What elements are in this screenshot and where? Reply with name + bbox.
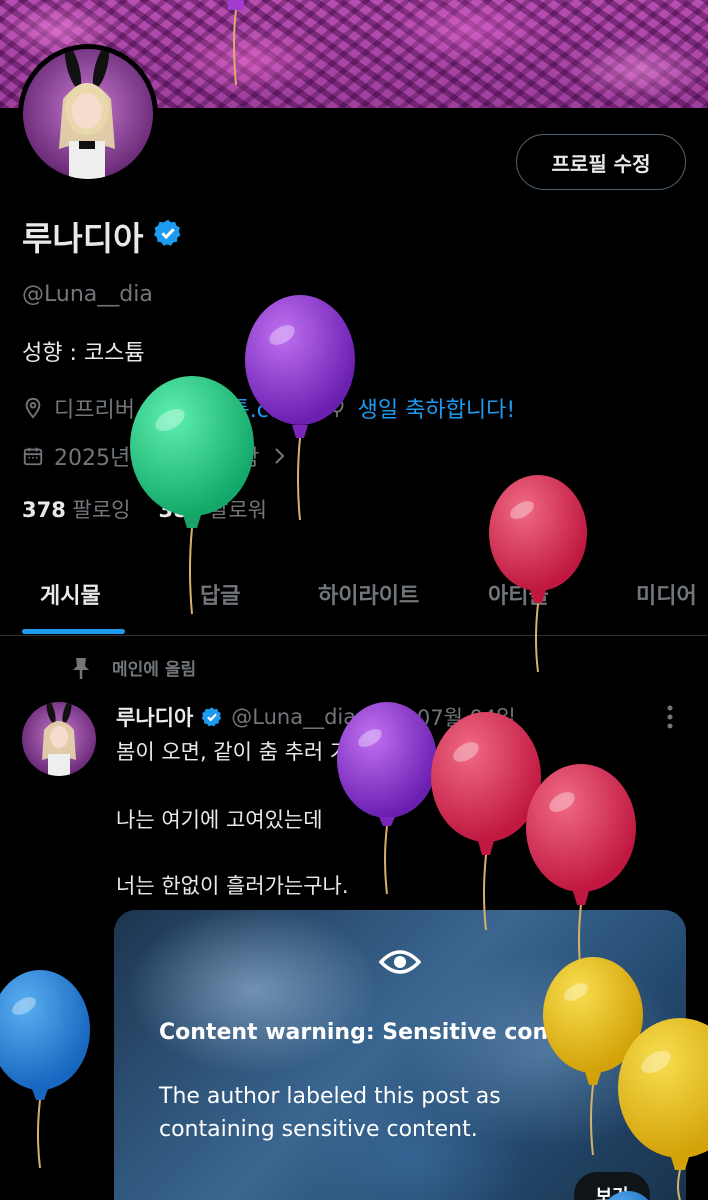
- tab-posts[interactable]: 게시물: [40, 578, 101, 610]
- more-options-icon[interactable]: [660, 704, 680, 734]
- link-icon: [157, 397, 179, 419]
- warning-title: Content warning: Sensitive content: [159, 1020, 600, 1045]
- pin-icon: [70, 656, 92, 680]
- profile-name: 루나디아: [22, 219, 144, 258]
- pinned-label-row: 메인에 올림: [70, 655, 196, 680]
- profile-joined: 2025년 6월에 가입함: [54, 446, 260, 471]
- post-text-line: 너는 한없이 흘러가는구나.: [116, 874, 349, 898]
- sensitive-content-warning[interactable]: Content warning: Sensitive content The a…: [114, 910, 686, 1200]
- chevron-right-icon: [273, 446, 287, 466]
- post-text-line: 나는 여기에 고여있는데: [116, 808, 323, 832]
- verified-badge-icon: [153, 217, 183, 256]
- active-tab-indicator: [22, 629, 125, 634]
- profile-meta-row: 디프리버 코스튬.com 생일 축하합니다!: [22, 392, 537, 424]
- post-header: 루나디아 @Luna__dia 25년 07월 04일: [116, 702, 516, 732]
- warning-description: The author labeled this post as containi…: [159, 1084, 501, 1142]
- post-date[interactable]: 25년 07월 04일: [364, 702, 515, 732]
- profile-joined-row[interactable]: 2025년 6월에 가입함: [22, 440, 287, 472]
- edit-profile-button[interactable]: 프로필 수정: [516, 134, 686, 190]
- verified-badge-icon: [201, 706, 223, 728]
- balloon-icon: [0, 970, 90, 1169]
- profile-handle: @Luna__dia: [22, 282, 153, 307]
- follow-stats: 378 팔로잉 382 팔로워: [22, 494, 267, 524]
- location-icon: [22, 397, 44, 419]
- tab-media[interactable]: 미디어: [636, 578, 697, 610]
- tab-replies[interactable]: 답글: [200, 578, 240, 610]
- profile-bio: 성향 : 코스튬: [22, 341, 145, 366]
- post-text-line: 봄이 오면, 같이 춤 추러 가자.: [116, 740, 376, 764]
- eye-icon: [378, 946, 422, 982]
- show-content-button[interactable]: 보기: [574, 1172, 650, 1200]
- followers-link[interactable]: 382 팔로워: [159, 494, 268, 524]
- balloon-icon: [431, 712, 541, 931]
- profile-tabs: 게시물 답글 하이라이트 아티클 미디어: [0, 560, 708, 636]
- profile-name-row: 루나디아: [22, 212, 183, 260]
- post-author-handle[interactable]: @Luna__dia: [231, 705, 356, 729]
- tab-articles[interactable]: 아티클: [488, 578, 549, 610]
- tab-highlights[interactable]: 하이라이트: [318, 578, 419, 610]
- calendar-icon: [22, 445, 44, 467]
- profile-birthday[interactable]: 생일 축하합니다!: [326, 392, 515, 424]
- profile-avatar[interactable]: [18, 44, 158, 184]
- post-author-avatar[interactable]: [22, 702, 96, 776]
- balloon-icon: [326, 397, 348, 419]
- profile-link[interactable]: 코스튬.com: [157, 392, 304, 424]
- profile-location: 디프리버: [22, 392, 135, 424]
- post-author-name[interactable]: 루나디아: [116, 702, 193, 732]
- following-link[interactable]: 378 팔로잉: [22, 494, 131, 524]
